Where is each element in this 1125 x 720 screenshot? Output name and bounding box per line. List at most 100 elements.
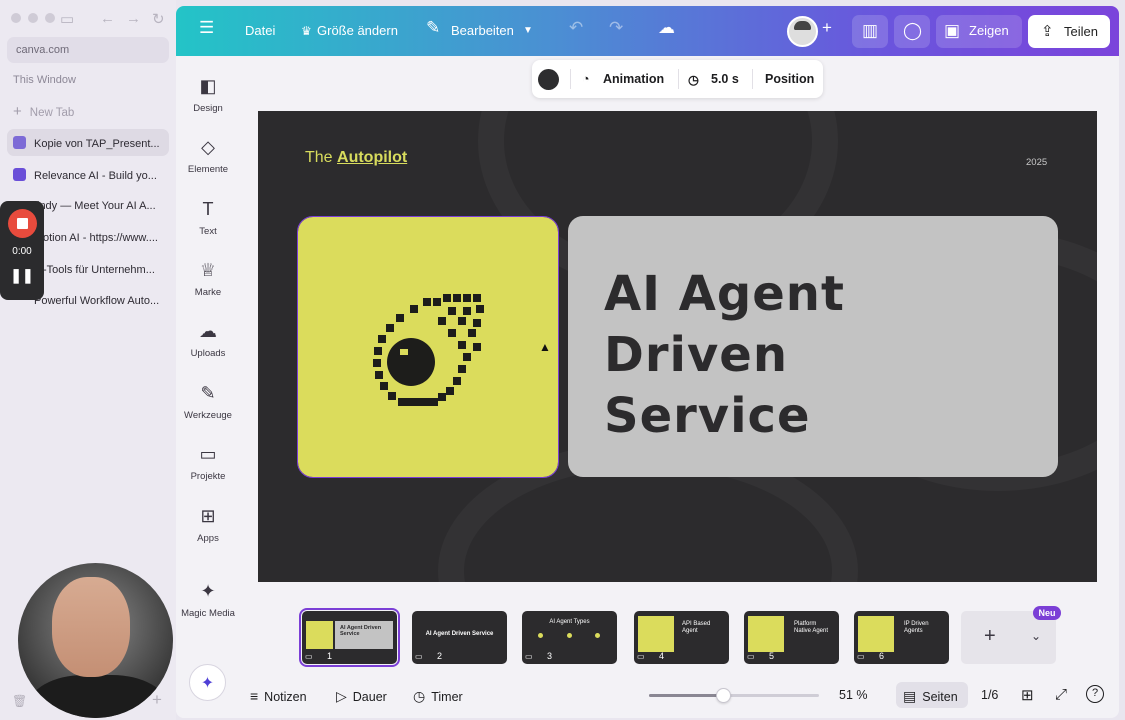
rail-item-uploads[interactable]: ☁ Uploads	[176, 321, 240, 359]
pages-icon: ▤	[903, 688, 917, 704]
rail-item-label: Elemente	[187, 164, 229, 175]
rail-item-label: Magic Media	[181, 608, 235, 619]
position-button[interactable]: Position	[765, 72, 814, 86]
plus-icon[interactable]: +	[152, 690, 162, 710]
page-thumbnail[interactable]: IP Driven Agents ▭ 6	[854, 611, 949, 664]
page-thumbnail[interactable]: Platform Native Agent ▭ 5	[744, 611, 839, 664]
resize-button[interactable]: Größe ändern	[317, 23, 398, 38]
forward-icon[interactable]: →	[126, 10, 141, 27]
slide-canvas[interactable]: The Autopilot 2025 AI Agent Driven Servi…	[258, 111, 1097, 582]
animation-icon: ◔	[582, 72, 590, 86]
thumb-title: Platform Native Agent	[794, 621, 829, 634]
rail-item-label: Marke	[194, 287, 222, 298]
uploads-icon: ☁	[199, 321, 217, 341]
new-badge: Neu	[1033, 606, 1061, 620]
help-icon[interactable]: ?	[1086, 685, 1104, 703]
present-button[interactable]: ▣ Zeigen	[936, 15, 1022, 48]
duration-button[interactable]: ▷ Dauer	[336, 688, 387, 705]
hamburger-icon[interactable]: ☰	[199, 18, 214, 38]
zoom-slider-handle[interactable]	[715, 688, 731, 703]
present-label: Zeigen	[969, 23, 1009, 38]
pages-label: Seiten	[922, 690, 958, 704]
tools-icon: ✎	[200, 383, 216, 403]
share-button[interactable]: ⇪ Teilen	[1028, 15, 1110, 48]
present-icon: ▭	[857, 652, 865, 661]
page-thumbnail[interactable]: AI Agent Types ▭ 3	[522, 611, 617, 664]
brand-prefix: The	[305, 149, 338, 166]
notes-button[interactable]: ≡ Notizen	[250, 688, 307, 704]
page-counter: 1/6	[981, 688, 999, 702]
rail-item-elements[interactable]: ◇ Elemente	[176, 137, 240, 175]
thumb-image	[638, 616, 674, 652]
chevron-down-icon[interactable]: ⌄	[1031, 629, 1041, 643]
new-tab-button[interactable]: + New Tab	[13, 103, 74, 120]
edit-menu[interactable]: Bearbeiten	[451, 23, 514, 38]
element-toolbar: ◔ Animation ◷ 5.0 s Position	[532, 60, 823, 98]
webcam-body	[28, 675, 168, 718]
add-collaborator-icon[interactable]: +	[822, 18, 832, 38]
selected-image-card[interactable]	[297, 216, 559, 478]
plus-icon: +	[13, 103, 22, 120]
magic-media-icon: ✦	[200, 581, 216, 601]
cloud-saved-icon[interactable]: ☁	[658, 18, 675, 38]
url-bar[interactable]: canva.com	[7, 37, 169, 63]
browser-tab[interactable]: Kopie von TAP_Present...	[7, 129, 169, 156]
undo-icon[interactable]: ↶	[569, 18, 583, 38]
zoom-slider[interactable]	[649, 688, 819, 703]
chevron-down-icon[interactable]: ▼	[523, 25, 533, 36]
zoom-level[interactable]: 51 %	[839, 688, 868, 702]
stop-recording-button[interactable]	[8, 209, 37, 238]
rail-item-projects[interactable]: ▭ Projekte	[176, 444, 240, 482]
zoom-window-icon[interactable]	[45, 13, 55, 23]
comet-icon	[373, 294, 484, 406]
slide-brand[interactable]: The Autopilot	[305, 149, 407, 167]
title-card[interactable]: AI Agent Driven Service	[568, 216, 1058, 477]
sidebar-toggle-icon[interactable]: ▭	[60, 10, 74, 28]
timer-button[interactable]: ◷ Timer	[413, 688, 463, 705]
page-thumbnail[interactable]: API Based Agent ▭ 4	[634, 611, 729, 664]
rail-item-magic-media[interactable]: ✦ Magic Media	[176, 581, 240, 619]
slide-year[interactable]: 2025	[1026, 157, 1047, 168]
rail-item-label: Apps	[197, 533, 219, 544]
browser-tab[interactable]: Relevance AI - Build yo...	[7, 161, 169, 188]
magic-assistant-button[interactable]: ✦	[189, 664, 226, 701]
animation-button[interactable]: Animation	[603, 72, 664, 86]
rail-item-apps[interactable]: ⊞ Apps	[176, 506, 240, 544]
tab-title: Kopie von TAP_Present...	[34, 138, 160, 150]
minimize-window-icon[interactable]	[28, 13, 38, 23]
rail-item-design[interactable]: ◧ Design	[176, 76, 240, 114]
file-menu[interactable]: Datei	[245, 23, 275, 38]
fullscreen-icon[interactable]: ⤢	[1055, 686, 1067, 703]
rail-item-label: Design	[193, 103, 223, 114]
trash-icon[interactable]: 🗑	[12, 694, 27, 708]
rail-item-label: Text	[199, 226, 217, 237]
chart-icon: ▥	[862, 21, 879, 40]
page-thumbnail[interactable]: AI Agent Driven Service ▭ 2	[412, 611, 507, 664]
text-icon: T	[202, 199, 214, 219]
grid-view-icon[interactable]: ⊞	[1021, 686, 1034, 704]
duration-button[interactable]: 5.0 s	[711, 72, 739, 86]
divider	[570, 69, 571, 89]
rail-item-text[interactable]: T Text	[176, 199, 240, 237]
avatar[interactable]	[787, 16, 818, 47]
canva-editor: ☰ Datei ♛ Größe ändern ✎ Bearbeiten ▼ ↶ …	[176, 6, 1119, 718]
upload-icon: ⇪	[1041, 23, 1054, 40]
slide-title[interactable]: AI Agent Driven Service	[604, 264, 845, 447]
rail-item-tools[interactable]: ✎ Werkzeuge	[176, 383, 240, 421]
elements-icon: ◇	[201, 137, 215, 157]
back-icon[interactable]: ←	[100, 10, 115, 27]
reload-icon[interactable]: ↻	[152, 10, 165, 28]
insights-button[interactable]: ▥	[852, 15, 888, 48]
comments-button[interactable]: ◯	[894, 15, 930, 48]
color-picker-button[interactable]	[538, 69, 559, 90]
rail-item-brand[interactable]: ♕ Marke	[176, 260, 240, 298]
close-window-icon[interactable]	[11, 13, 21, 23]
duration-label: Dauer	[352, 690, 387, 704]
pause-icon[interactable]: ❚❚	[0, 267, 44, 284]
pages-toggle[interactable]: ▤ Seiten	[903, 688, 958, 705]
crown-icon: ♛	[301, 24, 312, 38]
thumb-title: AI Agent Driven Service	[425, 631, 494, 637]
redo-icon[interactable]: ↷	[609, 18, 623, 38]
page-thumbnail[interactable]: AI Agent Driven Service ▭ 1	[299, 608, 400, 667]
design-icon: ◧	[199, 76, 217, 96]
